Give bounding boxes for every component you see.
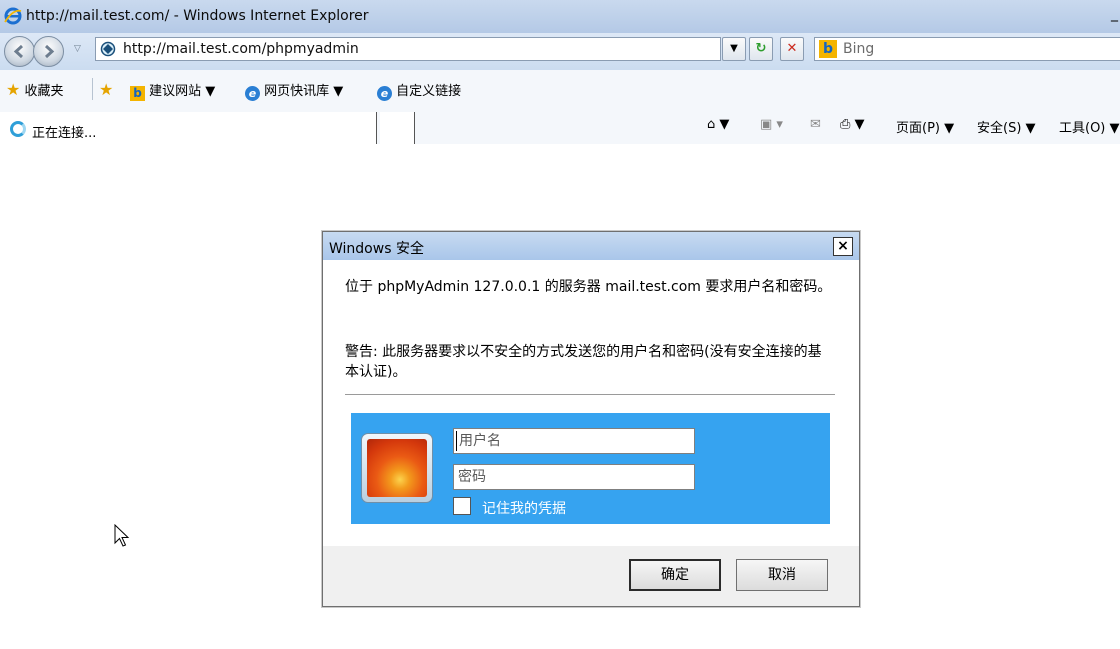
stop-button[interactable]: ✕ xyxy=(780,37,804,61)
favorites-label: 收藏夹 xyxy=(24,84,64,99)
remember-credentials-checkbox[interactable] xyxy=(453,497,471,515)
search-placeholder[interactable]: Bing xyxy=(843,41,874,57)
page-menu[interactable]: 页面(P) ▼ xyxy=(896,117,954,136)
dialog-footer: 确定 取消 xyxy=(323,546,859,606)
navigation-bar: ▽ http://mail.test.com/phpmyadmin ▼ ↻ ✕ … xyxy=(0,33,1120,70)
page-loading-icon xyxy=(100,41,116,57)
close-icon: × xyxy=(837,238,849,254)
remember-credentials-label[interactable]: 记住我的凭据 xyxy=(482,498,566,518)
user-avatar-flower-image xyxy=(367,439,427,497)
add-favorite-star-icon: ★ xyxy=(99,80,114,99)
address-bar[interactable]: http://mail.test.com/phpmyadmin xyxy=(95,37,721,61)
bing-icon: b xyxy=(130,86,145,101)
forward-button[interactable] xyxy=(33,36,64,67)
favorites-separator xyxy=(92,78,93,100)
rss-feed-icon: ▣ xyxy=(760,117,773,132)
username-field[interactable] xyxy=(453,428,695,454)
mail-icon: ✉ xyxy=(810,117,821,132)
dialog-titlebar: Windows 安全 × xyxy=(323,232,859,260)
address-url[interactable]: http://mail.test.com/phpmyadmin xyxy=(123,41,359,57)
dialog-warning: 警告: 此服务器要求以不安全的方式发送您的用户名和密码(没有安全连接的基本认证)… xyxy=(345,344,822,380)
print-button[interactable]: ⎙ ▼ xyxy=(840,117,865,132)
password-input[interactable] xyxy=(456,467,692,487)
add-to-favorites-bar-button[interactable]: ★ xyxy=(99,80,113,99)
fav-link-custom-links[interactable]: e 自定义链接 xyxy=(377,80,461,101)
fav-link-label: 建议网站 ▼ xyxy=(149,84,216,99)
printer-icon: ⎙ xyxy=(840,117,851,132)
bing-icon: b xyxy=(819,40,837,58)
credential-panel: 记住我的凭据 xyxy=(351,413,830,524)
window-titlebar: http://mail.test.com/ - Windows Internet… xyxy=(0,0,1120,33)
address-dropdown-button[interactable]: ▼ xyxy=(722,37,746,61)
fav-link-label: 自定义链接 xyxy=(396,84,462,99)
tools-menu[interactable]: 工具(O) ▼ xyxy=(1059,117,1120,136)
tab-label: 正在连接... xyxy=(32,126,97,141)
search-box[interactable]: b Bing xyxy=(814,37,1120,61)
dialog-close-button[interactable]: × xyxy=(833,237,853,256)
ie-page-icon: e xyxy=(377,86,392,101)
home-button[interactable]: ⌂ ▼ xyxy=(707,117,729,132)
recent-pages-dropdown-icon[interactable]: ▽ xyxy=(74,44,81,54)
back-button[interactable] xyxy=(4,36,35,67)
favorites-bar: ★ 收藏夹 ★ b 建议网站 ▼ e 网页快讯库 ▼ e 自定义链接 xyxy=(0,70,1120,110)
read-mail-button[interactable]: ✉ xyxy=(810,117,821,132)
loading-spinner-icon xyxy=(10,121,26,137)
refresh-icon: ↻ xyxy=(755,41,767,56)
username-input[interactable] xyxy=(456,431,693,451)
cancel-button[interactable]: 取消 xyxy=(736,559,828,591)
password-field[interactable] xyxy=(453,464,695,490)
fav-link-web-slice-gallery[interactable]: e 网页快讯库 ▼ xyxy=(245,80,343,101)
ie-page-icon: e xyxy=(245,86,260,101)
favorites-star-icon: ★ xyxy=(6,80,21,99)
fav-link-label: 网页快讯库 ▼ xyxy=(264,84,344,99)
dialog-message: 位于 phpMyAdmin 127.0.0.1 的服务器 mail.test.c… xyxy=(345,279,832,295)
dialog-title: Windows 安全 xyxy=(329,241,424,257)
back-arrow-icon xyxy=(13,44,24,59)
user-tile xyxy=(361,433,433,503)
tab-active[interactable]: 正在连接... xyxy=(0,112,377,144)
feeds-button[interactable]: ▣ ▾ xyxy=(760,117,783,132)
ok-button[interactable]: 确定 xyxy=(629,559,721,591)
minimize-button[interactable]: _ xyxy=(1111,6,1118,22)
home-icon: ⌂ xyxy=(707,117,716,132)
windows-security-dialog: Windows 安全 × 位于 phpMyAdmin 127.0.0.1 的服务… xyxy=(322,231,860,607)
window-title: http://mail.test.com/ - Windows Internet… xyxy=(26,8,369,24)
new-tab-button[interactable] xyxy=(380,112,415,144)
forward-arrow-icon xyxy=(44,44,55,59)
fav-link-suggested-sites[interactable]: b 建议网站 ▼ xyxy=(130,80,215,101)
safety-menu[interactable]: 安全(S) ▼ xyxy=(977,117,1036,136)
stop-icon: ✕ xyxy=(786,41,798,56)
favorites-button[interactable]: ★ 收藏夹 xyxy=(6,80,64,99)
internet-explorer-icon xyxy=(4,7,22,25)
mouse-cursor-icon xyxy=(114,524,130,547)
dialog-divider xyxy=(345,394,835,395)
refresh-button[interactable]: ↻ xyxy=(749,37,773,61)
